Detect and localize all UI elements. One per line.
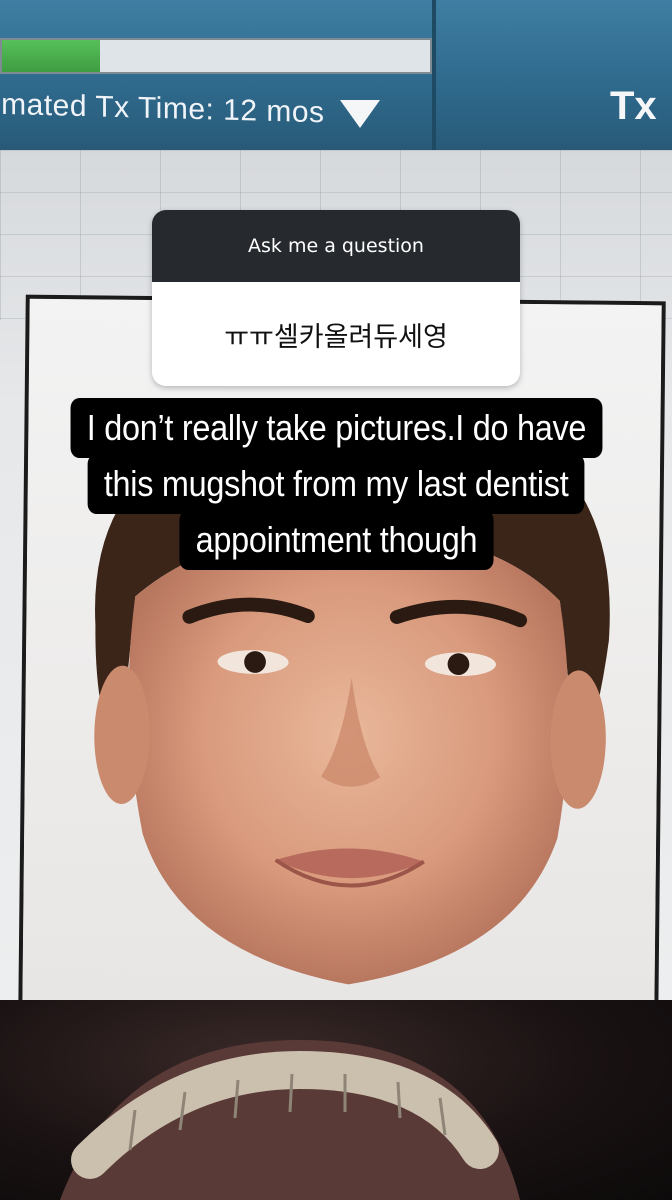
caption-line-1: I don’t really take pictures.I do have xyxy=(70,398,602,458)
story-caption: I don’t really take pictures.I do have t… xyxy=(0,398,672,570)
caption-line-2: this mugshot from my last dentist xyxy=(87,454,585,514)
question-sticker[interactable]: Ask me a question ㅠㅠ셀카올려듀세영 xyxy=(152,210,520,386)
caption-line-3: appointment though xyxy=(179,510,493,570)
mouth-closeup-photo xyxy=(0,1000,672,1200)
dental-app-header: imated Tx Time: 12 mos Tx xyxy=(0,0,672,150)
estimated-treatment-time: imated Tx Time: 12 mos xyxy=(0,87,325,130)
header-divider xyxy=(432,0,436,150)
treatment-progress-fill xyxy=(2,40,101,72)
question-sticker-header: Ask me a question xyxy=(152,210,520,282)
teeth-image xyxy=(60,1040,520,1200)
chevron-down-icon xyxy=(340,100,380,128)
story-view: imated Tx Time: 12 mos Tx Ask me a quest… xyxy=(0,0,672,1200)
treatment-progress-bar xyxy=(0,38,432,74)
question-sticker-answer: ㅠㅠ셀카올려듀세영 xyxy=(152,282,520,386)
monitor-photo: imated Tx Time: 12 mos Tx xyxy=(0,0,672,1200)
tx-tab-label: Tx xyxy=(610,84,657,128)
